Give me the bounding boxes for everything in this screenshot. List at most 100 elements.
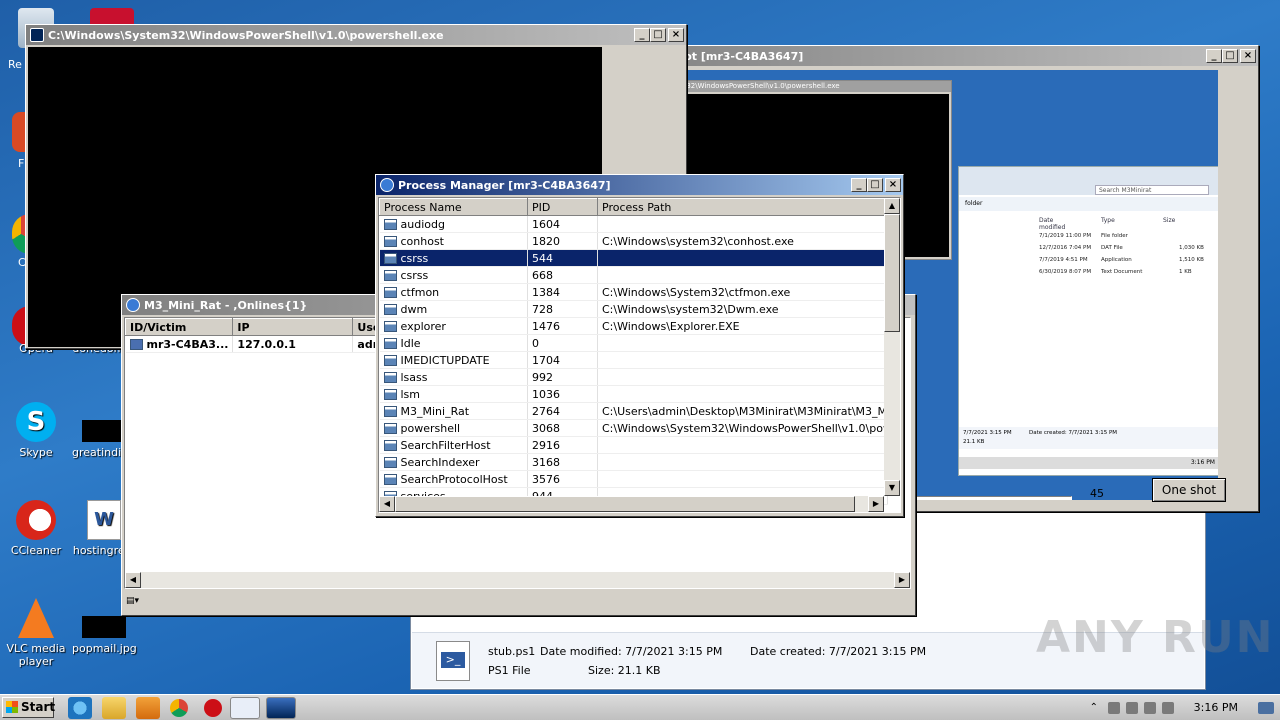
process-path: C:\Windows\Explorer.EXE xyxy=(597,317,888,335)
file-date-created: Date created: 7/7/2021 3:15 PM xyxy=(750,645,927,658)
process-pid: 668 xyxy=(527,266,598,284)
table-row[interactable]: SearchProtocolHost 3576 xyxy=(379,470,888,488)
process-path xyxy=(597,249,888,267)
column-header[interactable]: Process Name xyxy=(379,198,528,216)
process-manager-titlebar[interactable]: Process Manager [mr3-C4BA3647] _ □ × xyxy=(376,175,903,195)
powershell-taskbar-button[interactable] xyxy=(266,697,296,719)
scroll-down-button[interactable]: ▼ xyxy=(884,480,900,496)
victim-table: ID/Victim IP User mr3-C4BA3... 127.0.0.1… xyxy=(125,318,414,353)
explorer-icon[interactable] xyxy=(102,697,126,719)
media-player-icon[interactable] xyxy=(136,697,160,719)
desktop-icon-label: Skype xyxy=(19,446,53,459)
process-icon xyxy=(383,287,397,298)
column-header[interactable]: Process Path xyxy=(597,198,888,216)
process-path xyxy=(597,215,888,233)
process-path: C:\Windows\System32\WindowsPowerShell\v1… xyxy=(597,419,888,437)
close-button[interactable]: × xyxy=(1240,49,1256,63)
window-title: C:\Windows\System32\WindowsPowerShell\v1… xyxy=(48,28,444,42)
desktop-icon-popmail[interactable]: popmail.jpg xyxy=(72,616,137,655)
ie-icon[interactable] xyxy=(68,697,92,719)
column-header[interactable]: PID xyxy=(527,198,598,216)
minimize-button[interactable]: _ xyxy=(634,28,650,42)
options-dropdown-icon[interactable]: ▤▾ xyxy=(126,596,150,610)
clock[interactable]: 3:16 PM xyxy=(1194,701,1238,714)
desktop-partial-label: F xyxy=(18,157,25,170)
app-globe-icon xyxy=(126,298,140,312)
table-row[interactable]: ctfmon 1384 C:\Windows\System32\ctfmon.exe xyxy=(379,283,888,301)
table-row[interactable]: lsass 992 xyxy=(379,368,888,386)
scroll-right-button[interactable]: ▶ xyxy=(894,572,910,588)
desktop-icon-skype[interactable]: S Skype xyxy=(4,402,68,459)
table-row[interactable]: SearchFilterHost 2916 xyxy=(379,436,888,454)
desktop-icon-ccleaner[interactable]: CCleaner xyxy=(4,500,68,557)
process-pid: 728 xyxy=(527,300,598,318)
column-header[interactable]: ID/Victim xyxy=(125,318,234,336)
process-path xyxy=(597,368,888,386)
table-row[interactable]: csrss 668 xyxy=(379,266,888,284)
process-pid: 1036 xyxy=(527,385,598,403)
scroll-right-button[interactable]: ▶ xyxy=(868,496,884,512)
powershell-titlebar[interactable]: C:\Windows\System32\WindowsPowerShell\v1… xyxy=(26,25,686,45)
mini-search-box: Search M3Minirat xyxy=(1095,185,1209,195)
desktop-icon-vlc[interactable]: VLC media player xyxy=(4,598,68,668)
table-row[interactable]: dwm 728 C:\Windows\system32\Dwm.exe xyxy=(379,300,888,318)
rat-app-taskbar-button[interactable] xyxy=(230,697,260,719)
scroll-left-button[interactable]: ◀ xyxy=(379,496,395,512)
table-row[interactable]: powershell 3068 C:\Windows\System32\Window… xyxy=(379,419,888,437)
process-path xyxy=(597,453,888,471)
horizontal-scrollbar[interactable]: ◀ ▶ xyxy=(379,496,884,512)
ccleaner-icon xyxy=(16,500,56,540)
column-header[interactable]: IP xyxy=(232,318,354,336)
chrome-icon[interactable] xyxy=(170,699,188,717)
maximize-button[interactable]: □ xyxy=(867,178,883,192)
mini-clock: 3:16 PM xyxy=(1190,459,1215,466)
scroll-thumb[interactable] xyxy=(884,214,900,332)
process-pid: 1476 xyxy=(527,317,598,335)
one-shot-button[interactable]: One shot xyxy=(1152,478,1226,502)
maximize-button[interactable]: □ xyxy=(650,28,666,42)
word-document-icon: W xyxy=(87,500,121,540)
process-icon xyxy=(383,253,397,264)
scroll-thumb[interactable] xyxy=(395,496,855,512)
table-row[interactable]: explorer 1476 C:\Windows\Explorer.EXE xyxy=(379,317,888,335)
screenshot-window-titlebar[interactable]: Screen Shot [mr3-C4BA3647] _ □ × xyxy=(600,46,1258,66)
table-row[interactable]: SearchIndexer 3168 xyxy=(379,453,888,471)
table-row[interactable]: mr3-C4BA3... 127.0.0.1 adm xyxy=(125,335,414,353)
table-row[interactable]: audiodg 1604 xyxy=(379,215,888,233)
mini-file-list: 7/1/2019 11:00 PM File folder 12/7/2016 7… xyxy=(1039,233,1218,281)
table-row[interactable]: conhost 1820 C:\Windows\system32\conhost.e… xyxy=(379,232,888,250)
process-pid: 1604 xyxy=(527,215,598,233)
table-row[interactable]: M3_Mini_Rat 2764 C:\Users\admin\Desktop\M3… xyxy=(379,402,888,420)
process-pid: 992 xyxy=(527,368,598,386)
table-row[interactable]: IMEDICTUPDATE 1704 xyxy=(379,351,888,369)
maximize-button[interactable]: □ xyxy=(1222,49,1238,63)
process-manager-window[interactable]: Process Manager [mr3-C4BA3647] _ □ × Pro… xyxy=(375,174,904,517)
network-icon[interactable] xyxy=(1107,701,1120,714)
start-button[interactable]: Start xyxy=(2,697,55,718)
table-row[interactable]: Idle 0 xyxy=(379,334,888,352)
process-list[interactable]: Process Name PID Process Path audiodg 160… xyxy=(378,197,901,513)
show-hidden-icons-icon[interactable]: ⌃ xyxy=(1090,702,1102,714)
minimize-button[interactable]: _ xyxy=(1206,49,1222,63)
mini-explorer-window: Search M3Minirat folder Date modified Ty… xyxy=(958,166,1218,476)
process-path: C:\Windows\system32\conhost.exe xyxy=(597,232,888,250)
mini-col-type: Type xyxy=(1101,217,1115,224)
minimize-button[interactable]: _ xyxy=(851,178,867,192)
screenshot-slider-track[interactable] xyxy=(916,496,1072,500)
table-row[interactable]: csrss 544 xyxy=(379,249,888,267)
scroll-up-button[interactable]: ▲ xyxy=(884,198,900,214)
volume-icon[interactable] xyxy=(1125,701,1138,714)
opera-icon[interactable] xyxy=(204,699,222,717)
table-row[interactable]: lsm 1036 xyxy=(379,385,888,403)
horizontal-scrollbar[interactable]: ◀ ▶ xyxy=(125,572,910,588)
vertical-scrollbar[interactable]: ▲ ▼ xyxy=(884,198,900,496)
mini-col-date: Date modified xyxy=(1039,217,1066,231)
victim-icon xyxy=(129,339,143,350)
close-button[interactable]: × xyxy=(668,28,684,42)
power-icon[interactable] xyxy=(1143,701,1156,714)
flag-icon[interactable] xyxy=(1161,701,1174,714)
close-button[interactable]: × xyxy=(885,178,901,192)
process-name: dwm xyxy=(400,302,428,316)
show-desktop-button[interactable] xyxy=(1258,701,1274,714)
scroll-left-button[interactable]: ◀ xyxy=(125,572,141,588)
